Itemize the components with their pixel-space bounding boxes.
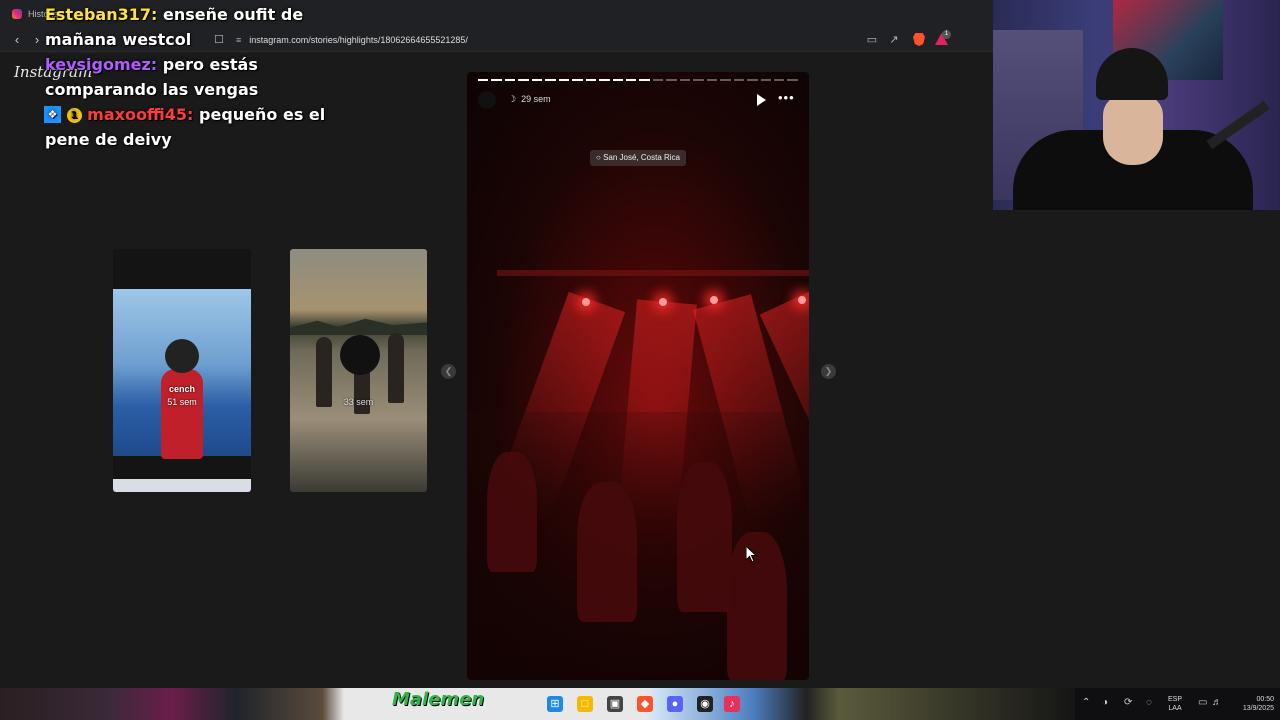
instagram-favicon-icon <box>12 9 22 19</box>
stage-truss <box>497 270 809 276</box>
preview-time: 33 sem <box>343 397 374 407</box>
stage-light <box>710 296 718 304</box>
start-menu-icon[interactable]: ⊞ <box>547 696 563 712</box>
progress-segment <box>518 79 529 81</box>
cast-icon[interactable]: ▭ <box>864 32 880 48</box>
preview-head <box>165 339 199 373</box>
story-avatar[interactable] <box>478 91 496 109</box>
tiktok-icon[interactable]: ♪ <box>724 696 740 712</box>
chat-message: Esteban317: enseñe oufit de mañana westc… <box>45 2 345 52</box>
stage-light <box>582 298 590 306</box>
sync-icon[interactable]: ⟳ <box>1124 697 1132 708</box>
language-code: ESP <box>1168 696 1183 703</box>
progress-segment <box>491 79 502 81</box>
progress-segment <box>545 79 556 81</box>
preview-trees <box>290 318 427 335</box>
webcam-feed <box>993 0 1280 210</box>
progress-segment <box>558 79 570 81</box>
stream-overlay-strip <box>0 688 1075 720</box>
progress-segment <box>733 79 745 81</box>
preview-username: cench <box>168 384 195 394</box>
page-right-area <box>993 210 1280 688</box>
progress-segment <box>760 79 771 81</box>
preview-image <box>113 289 251 492</box>
overlay-banner-text: Malemen <box>392 689 485 710</box>
taskbar: Malemen ⊞ □ ▣ ◆ ● ◉ ♪ ⌃ ◑ ⟳ ◌ ESP LAA ▭ … <box>0 688 1280 720</box>
progress-segment <box>787 79 798 81</box>
clock-time: 00:50 <box>1256 696 1274 703</box>
discord-icon[interactable]: ● <box>667 696 683 712</box>
preview-strip <box>113 479 251 492</box>
forward-arrow-icon[interactable]: › <box>29 32 45 48</box>
progress-segment <box>706 79 718 81</box>
chat-overlay: Esteban317: enseñe oufit de mañana westc… <box>44 2 345 152</box>
language-layout: LAA <box>1168 705 1182 712</box>
crowd-figure <box>677 462 732 612</box>
clock-date: 13/9/2025 <box>1242 705 1274 712</box>
preview-time: 51 sem <box>167 397 197 407</box>
progress-segment <box>572 79 583 81</box>
progress-segment <box>625 79 637 81</box>
preview-avatar <box>340 335 380 375</box>
stage-light <box>798 296 806 304</box>
system-tray: ⌃ ◑ ⟳ ◌ ESP LAA ▭ ♬ 00:50 13/9/2025 <box>1080 688 1280 720</box>
crowd-figure <box>487 452 537 572</box>
volume-icon[interactable]: ♬ <box>1212 697 1222 708</box>
chat-message: ❖ 1 maxooffi45: pequeño es el pene de de… <box>44 102 345 152</box>
progress-segment <box>639 79 650 81</box>
tray-app-icon[interactable]: ◑ <box>1102 697 1108 708</box>
progress-segment <box>720 79 731 81</box>
share-icon[interactable]: ↗ <box>886 32 902 48</box>
app-icon[interactable]: ▣ <box>607 696 623 712</box>
sword-badge-icon: ❖ <box>44 106 61 123</box>
story-header: ☽ 29 sem ••• <box>478 90 798 110</box>
gift-badge-icon: 1 <box>66 108 82 123</box>
chat-message: kevsigomez: pero estás comparando las ve… <box>45 52 345 102</box>
progress-segment <box>585 79 597 81</box>
location-text: San José, Costa Rica <box>603 153 680 162</box>
brave-browser-icon[interactable]: ◆ <box>637 696 653 712</box>
progress-segment <box>773 79 785 81</box>
progress-segment <box>504 79 516 81</box>
progress-segment <box>693 79 704 81</box>
progress-segment <box>599 79 610 81</box>
progress-segment <box>652 79 664 81</box>
location-sticker[interactable]: ○ San José, Costa Rica <box>590 150 686 166</box>
stage-light <box>659 298 667 306</box>
back-arrow-icon[interactable]: ‹ <box>9 32 25 48</box>
clock[interactable]: 00:50 13/9/2025 <box>1226 695 1274 713</box>
chat-username: Esteban317: <box>45 5 158 24</box>
streamer-face <box>1103 95 1163 165</box>
progress-segment <box>478 79 489 81</box>
progress-segment <box>612 79 623 81</box>
progress-segment <box>666 79 677 81</box>
network-icon[interactable]: ▭ <box>1198 697 1207 708</box>
chat-username: kevsigomez: <box>45 55 158 74</box>
file-explorer-icon[interactable]: □ <box>577 696 593 712</box>
preview-figure <box>161 369 203 459</box>
more-options-icon[interactable]: ••• <box>778 90 795 105</box>
preview-person <box>388 333 404 403</box>
microphone-icon[interactable]: ◌ <box>1146 697 1152 708</box>
story-preview-1[interactable]: cench 51 sem <box>113 249 251 492</box>
story-time-value: 29 sem <box>521 94 551 104</box>
microphone-arm <box>1206 100 1270 150</box>
progress-segment <box>679 79 691 81</box>
brave-shield-icon[interactable] <box>913 33 925 46</box>
story-time: ☽ 29 sem <box>508 94 551 104</box>
next-story-button[interactable]: ❯ <box>821 364 836 379</box>
progress-segment <box>531 79 543 81</box>
story-preview-2[interactable]: 33 sem <box>290 249 427 492</box>
chevron-up-icon[interactable]: ⌃ <box>1082 697 1090 708</box>
crowd-figure <box>577 482 637 622</box>
alert-count-badge: 1 <box>942 30 951 39</box>
obs-icon[interactable]: ◉ <box>697 696 713 712</box>
play-icon[interactable] <box>757 94 766 106</box>
previous-story-button[interactable]: ❮ <box>441 364 456 379</box>
chat-username: maxooffi45: <box>87 105 194 124</box>
story-progress-bar <box>478 79 798 81</box>
progress-segment <box>747 79 758 81</box>
language-indicator[interactable]: ESP LAA <box>1168 695 1182 713</box>
